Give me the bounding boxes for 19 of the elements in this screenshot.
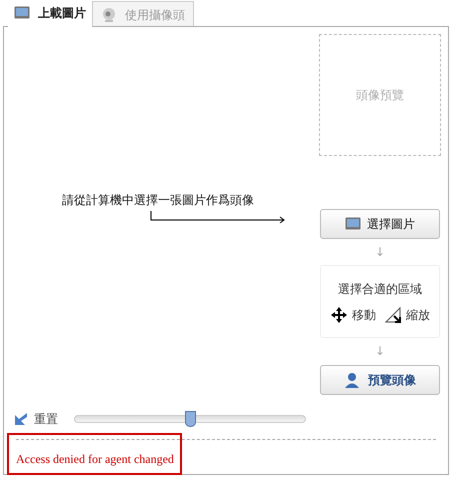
zoom-label: 縮放: [406, 306, 430, 324]
reset-icon: [14, 412, 28, 426]
reset-button[interactable]: 重置: [14, 410, 58, 428]
move-label: 移動: [352, 306, 376, 324]
preview-avatar-button[interactable]: 預覽頭像: [320, 365, 440, 395]
choose-image-button[interactable]: 選擇圖片: [320, 209, 440, 239]
down-arrow: ↓: [374, 343, 386, 359]
slider-thumb[interactable]: [185, 411, 196, 427]
preview-label: 頭像預覽: [356, 87, 404, 104]
instruction-text: 請從計算機中選擇一張圖片作爲頭像: [62, 192, 255, 209]
down-arrow: ↓: [374, 244, 386, 260]
monitor-icon: [345, 217, 361, 231]
resize-icon: [384, 306, 402, 324]
area-title: 選擇合適的區域: [338, 280, 422, 298]
webcam-icon: [101, 6, 117, 22]
move-icon: [330, 306, 348, 324]
monitor-icon: [14, 6, 30, 20]
error-message: Access denied for agent changed: [16, 451, 174, 468]
person-icon: [344, 372, 360, 388]
